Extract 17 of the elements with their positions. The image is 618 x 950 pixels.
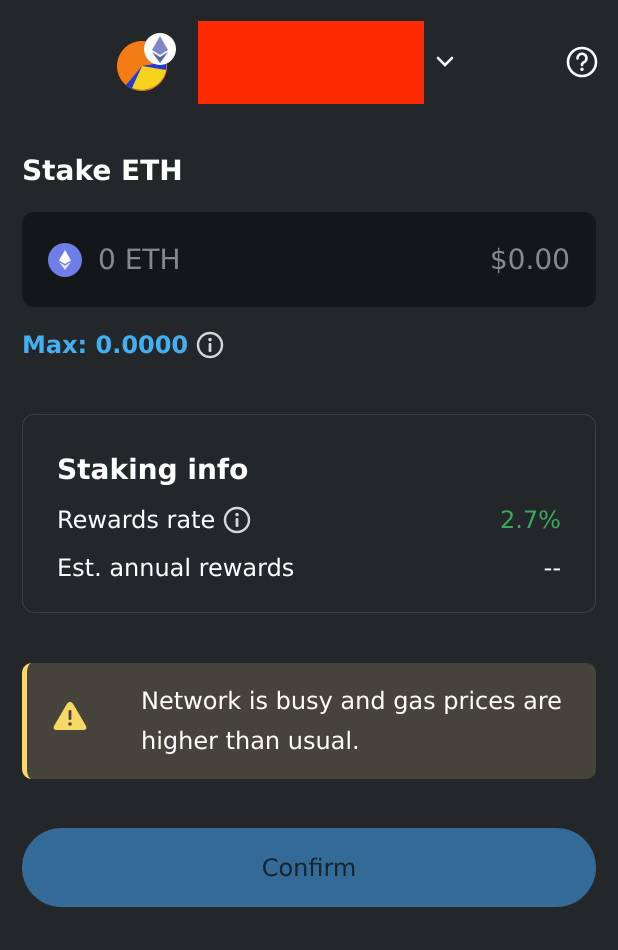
info-icon[interactable]	[223, 506, 252, 534]
chevron-down-icon[interactable]	[436, 56, 454, 68]
card-title: Staking info	[57, 453, 250, 486]
fiat-value: $0.00	[490, 243, 570, 276]
warning-text: Network is busy and gas prices are higher than usual.	[141, 686, 563, 757]
help-icon[interactable]	[566, 46, 598, 78]
amount-input[interactable]: 0 ETH	[96, 242, 490, 277]
max-link[interactable]: Max: 0.0000	[22, 331, 188, 359]
info-value: --	[544, 554, 561, 582]
amount-field[interactable]: 0 ETH $0.00	[22, 212, 596, 307]
eth-token-icon	[48, 242, 82, 276]
info-icon[interactable]	[196, 331, 224, 359]
info-label: Rewards rate	[57, 506, 216, 534]
info-value: 2.7%	[500, 506, 561, 534]
page-title: Stake ETH	[22, 154, 183, 188]
info-label: Est. annual rewards	[57, 554, 294, 582]
warning-icon	[51, 699, 89, 733]
